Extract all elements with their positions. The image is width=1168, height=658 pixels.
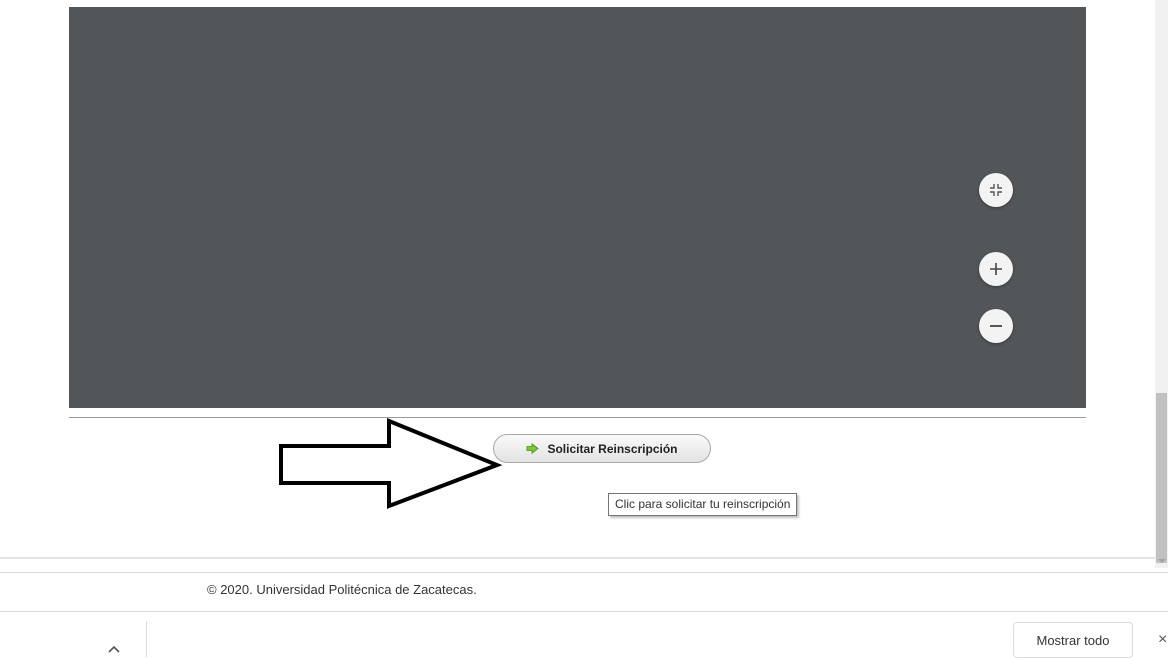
tooltip: Clic para solicitar tu reinscripción <box>608 493 798 516</box>
pointer-arrow-annotation <box>279 418 503 509</box>
fit-page-icon <box>989 183 1003 197</box>
zoom-out-button[interactable] <box>979 309 1013 343</box>
zoom-in-icon <box>988 261 1004 277</box>
divider-line <box>69 417 1086 418</box>
zoom-in-button[interactable] <box>979 252 1013 286</box>
download-bar-border <box>0 611 1168 612</box>
solicitar-reinscripcion-button[interactable]: Solicitar Reinscripción <box>493 434 711 463</box>
zoom-out-icon <box>988 318 1004 334</box>
button-label: Solicitar Reinscripción <box>547 441 678 456</box>
show-all-button[interactable]: Mostrar todo <box>1013 622 1133 658</box>
download-bar-divider <box>146 621 147 657</box>
separator <box>0 572 1168 573</box>
copyright-text: © 2020. Universidad Politécnica de Zacat… <box>207 582 477 597</box>
scroll-down-icon[interactable] <box>1158 559 1166 563</box>
scrollbar[interactable] <box>1155 0 1168 568</box>
separator <box>0 557 1155 559</box>
green-arrow-right-icon <box>526 443 540 454</box>
close-icon[interactable]: × <box>1158 631 1167 649</box>
chevron-up-icon[interactable] <box>108 640 120 658</box>
scrollbar-thumb[interactable] <box>1156 393 1167 563</box>
pdf-viewer[interactable] <box>69 7 1086 408</box>
fit-page-button[interactable] <box>979 173 1013 207</box>
